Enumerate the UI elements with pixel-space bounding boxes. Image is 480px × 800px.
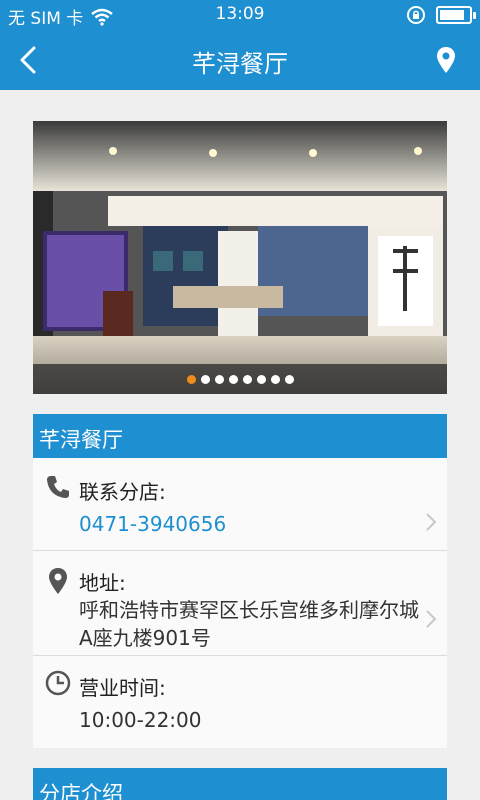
chevron-right-icon bbox=[426, 610, 437, 628]
map-pin-icon bbox=[437, 47, 455, 73]
contact-label: 联系分店: bbox=[79, 480, 166, 504]
chevron-right-icon bbox=[426, 513, 437, 531]
clock-icon bbox=[45, 670, 71, 696]
carousel-dot[interactable] bbox=[242, 374, 252, 384]
carousel-dot[interactable] bbox=[228, 374, 238, 384]
page-title: 芊浔餐厅 bbox=[192, 50, 288, 78]
carousel-dot[interactable] bbox=[256, 374, 266, 384]
info-section-header: 芊浔餐厅 bbox=[33, 414, 447, 458]
battery-icon bbox=[436, 6, 476, 24]
phone-icon bbox=[47, 476, 69, 498]
carousel-indicator bbox=[33, 364, 447, 394]
status-bar: 无 SIM 卡 13:09 bbox=[0, 0, 480, 30]
rotation-lock-icon bbox=[407, 6, 425, 24]
address-label: 地址: bbox=[79, 571, 126, 595]
address-text: 呼和浩特市赛罕区长乐宫维多利摩尔城A座九楼901号 bbox=[79, 598, 419, 650]
carousel-dot[interactable] bbox=[186, 374, 196, 384]
location-button[interactable] bbox=[426, 40, 466, 80]
status-right bbox=[406, 5, 476, 25]
map-pin-icon bbox=[49, 568, 67, 594]
hours-row: 营业时间: 10:00-22:00 bbox=[33, 656, 447, 748]
carousel-dot[interactable] bbox=[270, 374, 280, 384]
hours-text: 10:00-22:00 bbox=[79, 708, 202, 732]
hours-label: 营业时间: bbox=[79, 676, 166, 700]
intro-section-title: 分店介绍 bbox=[39, 782, 123, 800]
nav-bar: 芊浔餐厅 bbox=[0, 30, 480, 90]
carousel-dot[interactable] bbox=[214, 374, 224, 384]
address-row[interactable]: 地址: 呼和浩特市赛罕区长乐宫维多利摩尔城A座九楼901号 bbox=[33, 551, 447, 656]
carousel-dot[interactable] bbox=[200, 374, 210, 384]
carousel-dot[interactable] bbox=[284, 374, 294, 384]
info-section-title: 芊浔餐厅 bbox=[39, 428, 123, 452]
info-card: 联系分店: 0471-3940656 地址: 呼和浩特市赛罕区长乐宫维多利摩尔城… bbox=[33, 458, 447, 748]
restaurant-photo-carousel[interactable] bbox=[33, 121, 447, 394]
restaurant-photo bbox=[33, 121, 447, 394]
intro-section-header[interactable]: 分店介绍 bbox=[33, 768, 447, 800]
phone-number[interactable]: 0471-3940656 bbox=[79, 510, 226, 538]
contact-row[interactable]: 联系分店: 0471-3940656 bbox=[33, 458, 447, 551]
